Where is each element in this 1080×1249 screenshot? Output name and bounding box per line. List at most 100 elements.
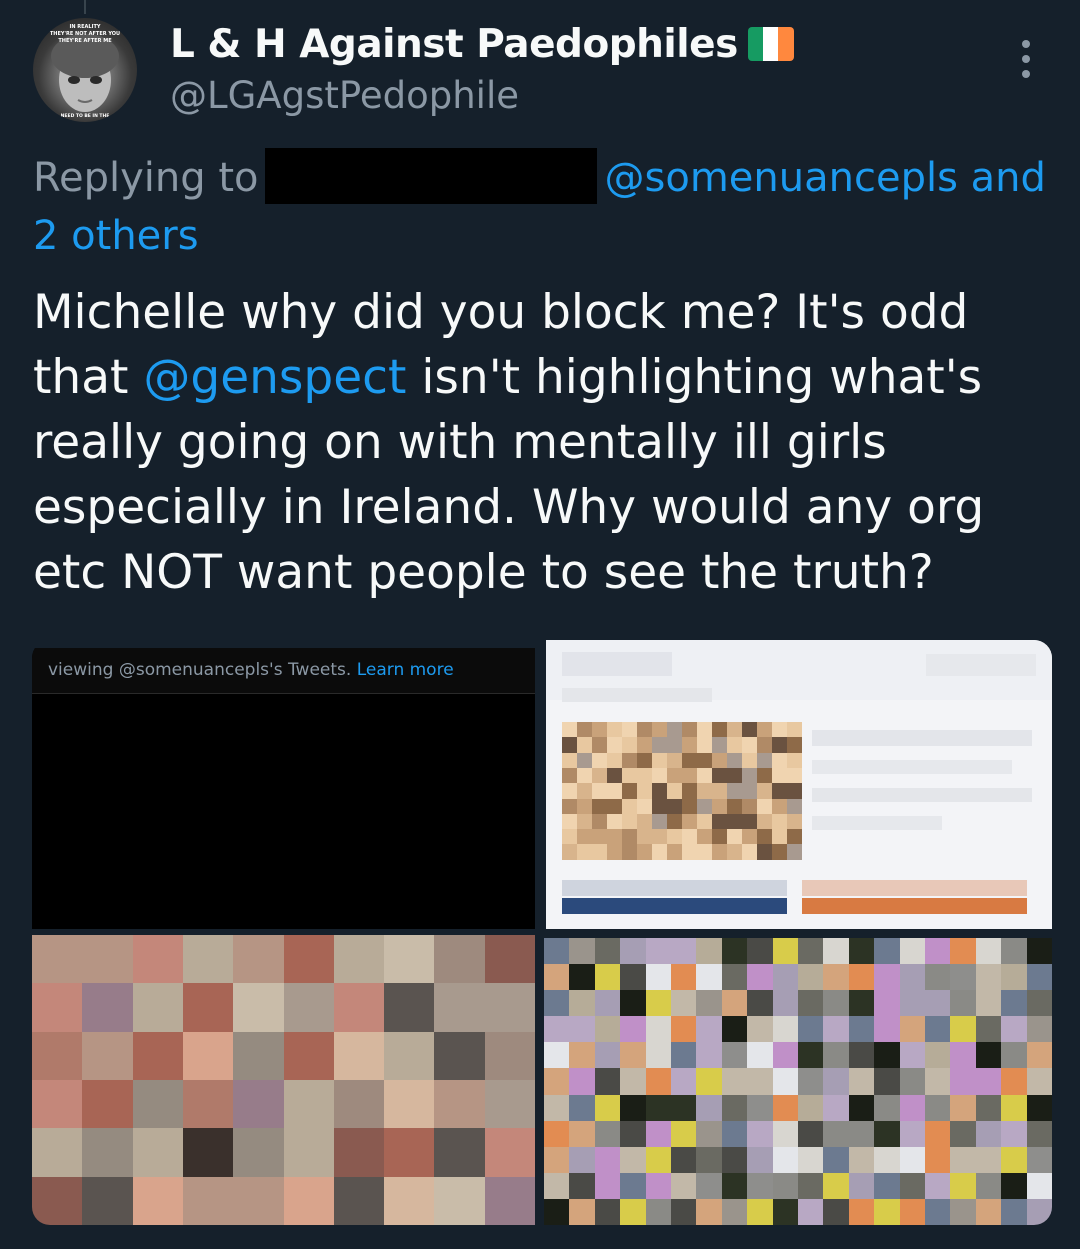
pixelated-block: [577, 783, 592, 800]
pixelated-block: [727, 798, 742, 815]
pixelated-block: [384, 1080, 436, 1129]
learn-more-link[interactable]: Learn more: [357, 660, 454, 680]
pixelated-block: [925, 1016, 951, 1044]
pixelated-block: [283, 1031, 335, 1081]
pixelated-block: [747, 1094, 774, 1122]
reply-others-link[interactable]: 2 others: [33, 213, 199, 259]
pixelated-block: [925, 1198, 951, 1225]
pixelated-block: [823, 938, 850, 965]
pixelated-block: [787, 829, 802, 846]
pixelated-block: [82, 935, 134, 984]
pixelated-block: [652, 737, 667, 754]
pixelated-block: [562, 880, 787, 896]
pixelated-block: [747, 938, 774, 965]
pixelated-block: [569, 1094, 596, 1122]
pixelated-block: [823, 1094, 850, 1122]
pixelated-block: [233, 983, 285, 1033]
media-tile-4[interactable]: [544, 938, 1052, 1225]
media-grid: viewing @somenuancepls's Tweets. Learn m…: [32, 640, 1052, 1225]
pixelated-block: [434, 983, 486, 1033]
pixelated-block: [874, 1094, 901, 1122]
pixelated-block: [82, 1128, 134, 1178]
pixelated-block: [787, 783, 802, 800]
media-banner: viewing @somenuancepls's Tweets. Learn m…: [32, 648, 535, 694]
pixelated-block: [562, 813, 577, 830]
more-options-icon[interactable]: [1014, 40, 1038, 84]
media-tile-3[interactable]: [32, 935, 535, 1225]
pixelated-block: [696, 964, 723, 992]
pixelated-block: [384, 1176, 436, 1225]
pixelated-block: [697, 737, 712, 754]
display-name-text[interactable]: L & H Against Paedophiles: [170, 22, 738, 67]
media-tile-2[interactable]: [546, 640, 1052, 929]
pixelated-block: [757, 813, 772, 830]
pixelated-block: [712, 844, 727, 861]
thread-connector-line: [84, 0, 86, 14]
pixelated-block: [32, 983, 83, 1033]
pixelated-block: [569, 1172, 596, 1200]
pixelated-block: [1026, 1042, 1052, 1070]
pixelated-block: [1001, 990, 1028, 1018]
pixelated-block: [594, 1042, 621, 1070]
pixelated-block: [637, 783, 652, 800]
pixelated-block: [1001, 1172, 1028, 1200]
pixelated-block: [772, 1120, 799, 1148]
pixelated-block: [757, 829, 772, 846]
pixelated-block: [82, 1176, 134, 1225]
pixelated-block: [622, 813, 637, 830]
media-tile-1[interactable]: viewing @somenuancepls's Tweets. Learn m…: [32, 648, 535, 929]
pixelated-block: [233, 1031, 285, 1081]
pixelated-block: [569, 1198, 596, 1225]
avatar-caption-2: THEY'RE NOT AFTER YOU: [50, 31, 120, 37]
pixelated-block: [132, 935, 184, 984]
avatar[interactable]: IN REALITY THEY'RE NOT AFTER YOU THEY'RE…: [33, 18, 137, 122]
pixelated-block: [727, 783, 742, 800]
pixelated-block: [798, 1042, 824, 1070]
pixelated-block: [620, 1198, 647, 1225]
pixelated-block: [757, 752, 772, 769]
pixelated-block: [283, 1176, 335, 1225]
display-name[interactable]: L & H Against Paedophiles: [170, 22, 794, 67]
pixelated-block: [620, 1068, 647, 1096]
pixelated-block: [607, 783, 622, 800]
pixelated-block: [772, 798, 787, 815]
pixelated-block: [594, 1120, 621, 1148]
pixelated-block: [562, 737, 577, 754]
reply-connector: and: [957, 155, 1046, 201]
pixelated-block: [721, 964, 748, 992]
pixelated-block: [434, 1080, 486, 1129]
pixelated-block: [607, 752, 622, 769]
pixelated-block: [697, 798, 712, 815]
pixelated-block: [696, 990, 723, 1018]
pixelated-block: [925, 990, 951, 1018]
pixelated-block: [544, 1146, 570, 1174]
pixelated-block: [899, 1042, 926, 1070]
pixelated-block: [787, 752, 802, 769]
pixelated-block: [742, 798, 757, 815]
reply-mention-link[interactable]: @somenuancepls: [605, 155, 958, 201]
pixelated-block: [594, 1198, 621, 1225]
tweet-mention-link[interactable]: @genspect: [143, 350, 406, 405]
pixelated-block: [283, 1128, 335, 1178]
pixelated-block: [1026, 1172, 1052, 1200]
pixelated-block: [594, 1068, 621, 1096]
pixelated-block: [569, 938, 596, 965]
user-handle[interactable]: @LGAgstPedophile: [170, 74, 519, 117]
pixelated-block: [577, 737, 592, 754]
pixelated-block: [712, 829, 727, 846]
pixelated-block: [620, 938, 647, 965]
pixelated-block: [727, 752, 742, 769]
pixelated-block: [607, 767, 622, 784]
pixelated-block: [727, 813, 742, 830]
pixelated-block: [721, 938, 748, 965]
pixelated-block: [712, 813, 727, 830]
pixelated-block: [950, 938, 977, 965]
pixelated-block: [772, 964, 799, 992]
pixelated-block: [950, 1146, 977, 1174]
pixelated-block: [32, 935, 83, 984]
pixelated-block: [82, 983, 134, 1033]
pixelated-block: [1026, 1120, 1052, 1148]
pixelated-block: [620, 1016, 647, 1044]
pixelated-block: [798, 1172, 824, 1200]
pixelated-block: [652, 829, 667, 846]
